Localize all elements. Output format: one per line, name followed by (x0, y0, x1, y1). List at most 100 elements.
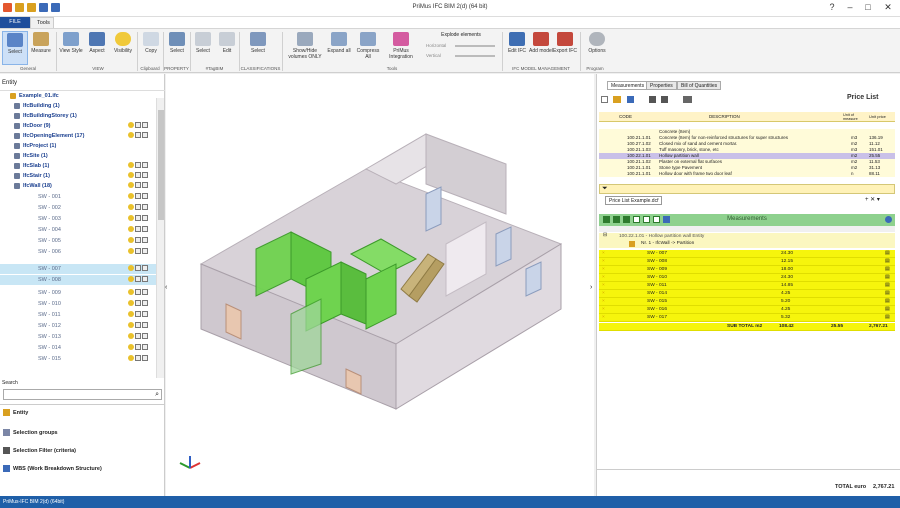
wall-item-selected[interactable]: SW - 007 (0, 264, 156, 274)
item-actions[interactable] (128, 265, 158, 273)
col-price[interactable]: Unit price (869, 114, 886, 119)
bulb-icon[interactable] (128, 193, 134, 199)
box-icon[interactable] (135, 300, 141, 306)
item-actions[interactable] (128, 333, 158, 341)
tree-scrollbar[interactable] (156, 98, 164, 378)
row-action-icon[interactable]: ▤ (885, 299, 890, 304)
row-action-icon[interactable]: ▤ (885, 283, 890, 288)
bulb-icon[interactable] (128, 265, 134, 271)
measurement-row[interactable]: × SW - 008 12.15 ▤ (599, 258, 895, 266)
save-as-icon[interactable] (661, 96, 668, 103)
tree-item[interactable]: IfcDoor (9) (0, 121, 156, 131)
row-action-icon[interactable]: ▤ (885, 275, 890, 280)
box-icon[interactable] (135, 248, 141, 254)
export-ifc-button[interactable]: Export IFC (552, 31, 578, 65)
axis-gizmo-icon[interactable] (178, 454, 202, 472)
tab-tools[interactable]: Tools (30, 17, 54, 28)
wall-item[interactable]: SW - 015 (0, 354, 156, 364)
item-actions[interactable] (128, 322, 158, 330)
box-icon[interactable] (135, 276, 141, 282)
item-actions[interactable] (128, 311, 158, 319)
bulb-icon[interactable] (128, 237, 134, 243)
box-icon[interactable] (135, 289, 141, 295)
box-icon[interactable] (135, 215, 141, 221)
palette-icon[interactable] (142, 172, 148, 178)
property-select-button[interactable]: Select (164, 31, 190, 65)
tree-item[interactable]: IfcSite (1) (0, 151, 156, 161)
bulb-icon[interactable] (128, 355, 134, 361)
price-list-file-tab[interactable]: Price List Example.dcf (605, 196, 663, 205)
add-model-button[interactable]: Add model (528, 31, 554, 65)
item-actions[interactable] (128, 193, 158, 201)
box-icon[interactable] (135, 311, 141, 317)
item-actions[interactable] (128, 132, 158, 140)
bulb-icon[interactable] (128, 215, 134, 221)
meas-item-row[interactable]: ⊟ 100.22.1.01 - Hollow partition wall Ent… (599, 233, 895, 240)
wall-item[interactable]: SW - 010 (0, 299, 156, 309)
row-action-icon[interactable]: ▤ (885, 251, 890, 256)
show-hide-volumes-button[interactable]: Show/Hide volumes ONLY (286, 31, 324, 65)
row-action-icon[interactable]: ▤ (885, 315, 890, 320)
tree-item[interactable]: IfcSlab (1) (0, 161, 156, 171)
palette-icon[interactable] (142, 344, 148, 350)
tag-edit-button[interactable]: Edit (214, 31, 240, 65)
model-viewport[interactable] (166, 74, 594, 496)
item-actions[interactable] (128, 182, 158, 190)
box-icon[interactable] (135, 172, 141, 178)
box-icon[interactable] (135, 182, 141, 188)
wall-item[interactable]: SW - 001 (0, 192, 156, 202)
tab-nav-buttons[interactable]: + ✕ ▾ (865, 196, 895, 205)
box-icon[interactable] (135, 265, 141, 271)
item-actions[interactable] (128, 204, 158, 212)
row-action-icon[interactable]: ▤ (885, 291, 890, 296)
refresh-icon[interactable] (627, 96, 634, 103)
measurement-row[interactable]: × SW - 011 14.85 ▤ (599, 282, 895, 290)
pane-selection-filter[interactable]: Selection Filter (criteria) (3, 447, 76, 459)
item-actions[interactable] (128, 300, 158, 308)
bulb-icon[interactable] (128, 276, 134, 282)
measurement-row[interactable]: × SW - 014 4.25 ▤ (599, 290, 895, 298)
col-unit[interactable]: Unit of measure (843, 113, 865, 121)
col-description[interactable]: DESCRIPTION (709, 114, 740, 119)
bulb-icon[interactable] (128, 248, 134, 254)
collapse-left-icon[interactable]: ‹ (165, 284, 167, 291)
compress-all-button[interactable]: Compress All (355, 31, 381, 65)
box-icon[interactable] (135, 344, 141, 350)
palette-icon[interactable] (142, 162, 148, 168)
pane-entity[interactable]: Entity (3, 409, 28, 421)
pane-selection-groups[interactable]: Selection groups (3, 429, 58, 441)
item-actions[interactable] (128, 215, 158, 223)
tree-item[interactable]: IfcBuildingStorey (1) (0, 111, 156, 121)
wall-item[interactable]: SW - 011 (0, 310, 156, 320)
palette-icon[interactable] (142, 300, 148, 306)
measurement-row[interactable]: × SW - 007 24.30 ▤ (599, 250, 895, 258)
bulb-icon[interactable] (128, 226, 134, 232)
pane-wbs[interactable]: WBS (Work Breakdown Structure) (3, 465, 102, 477)
options-button[interactable]: Options (584, 31, 610, 65)
palette-icon[interactable] (142, 122, 148, 128)
filter-icon[interactable]: ⏷ (602, 185, 608, 193)
wall-item-selected[interactable]: SW - 008 (0, 275, 156, 285)
bulb-icon[interactable] (128, 172, 134, 178)
palette-icon[interactable] (142, 226, 148, 232)
expand-all-button[interactable]: Expand all (326, 31, 352, 65)
measurement-row[interactable]: × SW - 009 18.00 ▤ (599, 266, 895, 274)
primus-integration-button[interactable]: PriMus Integration (385, 31, 417, 65)
tag-select-button[interactable]: Select (190, 31, 216, 65)
tab-properties[interactable]: Properties (646, 81, 677, 90)
box-icon[interactable] (135, 322, 141, 328)
scrollbar-thumb[interactable] (158, 110, 164, 220)
view-style-button[interactable]: View Style (58, 31, 84, 65)
tab-bill-of-quantities[interactable]: Bill of Quantities (677, 81, 722, 90)
item-actions[interactable] (128, 248, 158, 256)
tree-item[interactable]: IfcProject (1) (0, 141, 156, 151)
tab-measurements[interactable]: Measurements (607, 81, 649, 90)
item-actions[interactable] (128, 289, 158, 297)
help-icon[interactable]: ? (822, 2, 842, 12)
box-icon[interactable] (135, 355, 141, 361)
item-actions[interactable] (128, 162, 158, 170)
collapse-right-icon[interactable]: › (590, 284, 592, 291)
visibility-button[interactable]: Visibility (110, 31, 136, 65)
box-icon[interactable] (135, 237, 141, 243)
row-action-icon[interactable]: ▤ (885, 259, 890, 264)
